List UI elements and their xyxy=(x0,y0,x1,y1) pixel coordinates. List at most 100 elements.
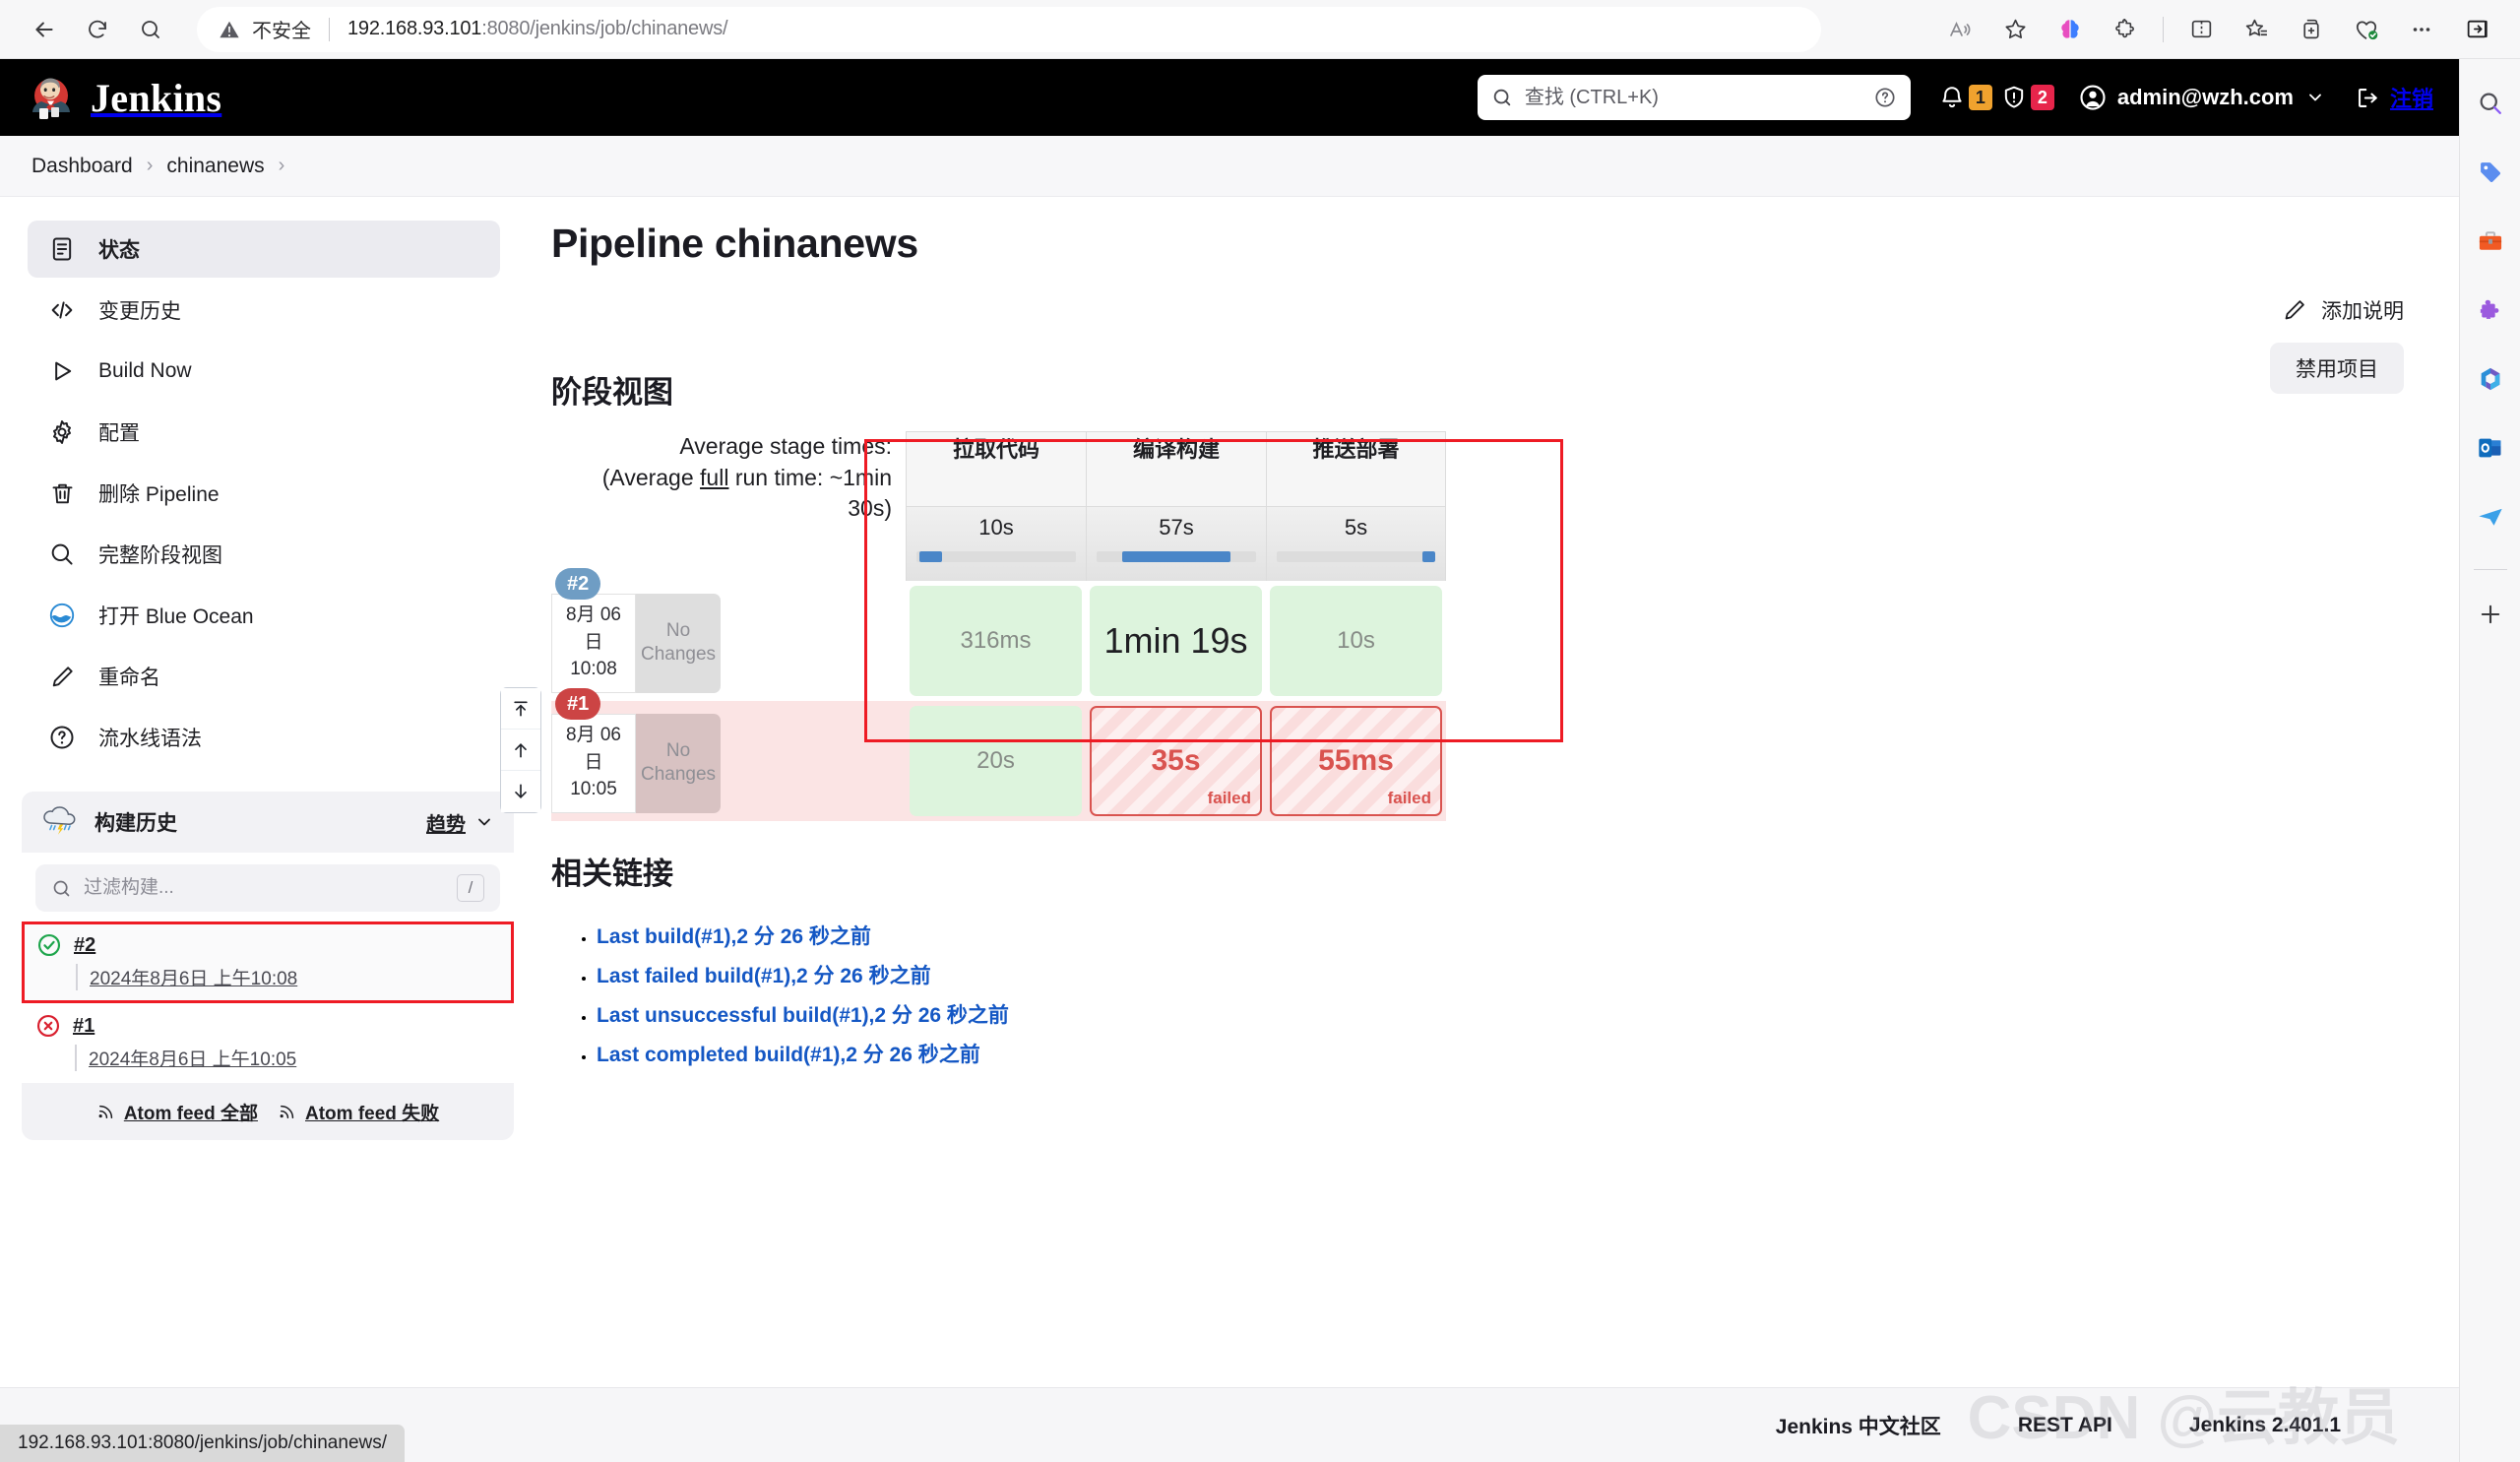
run-time-line: 10:05 xyxy=(570,779,617,800)
browser-essentials-icon[interactable] xyxy=(2343,7,2390,52)
add-sidebar-app-icon[interactable] xyxy=(2468,592,2513,637)
sidebar-item-status[interactable]: 状态 xyxy=(28,221,500,278)
stage-duration-box[interactable]: 1min 19s xyxy=(1090,586,1262,696)
favorite-star-icon[interactable] xyxy=(1991,7,2039,52)
extensions-icon[interactable] xyxy=(2102,7,2149,52)
stage-run-cell[interactable]: 316ms xyxy=(906,581,1086,701)
sidebar-item-configure[interactable]: 配置 xyxy=(28,404,500,461)
footer-link-version[interactable]: Jenkins 2.401.1 xyxy=(2189,1414,2341,1437)
stage-run-cell[interactable]: 20s xyxy=(906,701,1086,821)
stage-view-heading: 阶段视图 xyxy=(551,375,673,410)
build-history-item-1[interactable]: #1 2024年8月6日 上午10:05 xyxy=(22,1003,514,1083)
footer-link-rest-api[interactable]: REST API xyxy=(2018,1414,2112,1437)
split-screen-icon[interactable] xyxy=(2177,7,2225,52)
jenkins-brand-text: Jenkins xyxy=(91,75,222,120)
search-icon xyxy=(1491,87,1513,108)
read-aloud-icon[interactable] xyxy=(1936,7,1984,52)
back-arrow-icon[interactable] xyxy=(22,7,67,52)
stage-duration-box[interactable]: 316ms xyxy=(910,586,1082,696)
add-description-button[interactable]: 添加说明 xyxy=(2282,295,2404,325)
build-number-link[interactable]: #2 xyxy=(74,934,95,957)
run-date-line: 日 xyxy=(584,751,603,773)
last-build-link[interactable]: Last build(#1),2 分 26 秒之前 xyxy=(597,925,871,948)
sidebar-toggle-icon[interactable] xyxy=(2453,7,2500,52)
build-filter-box[interactable]: / xyxy=(35,864,500,912)
sidebar-item-pipeline-syntax[interactable]: 流水线语法 xyxy=(28,709,500,766)
sidebar-item-full-stage-view[interactable]: 完整阶段视图 xyxy=(28,526,500,583)
stage-duration-box[interactable]: 55ms failed xyxy=(1270,706,1442,816)
search-input[interactable] xyxy=(1524,86,1873,109)
sidebar-item-label: 状态 xyxy=(98,239,140,262)
run-changes-box: No Changes xyxy=(636,594,721,693)
build-trend-toggle[interactable]: 趋势 xyxy=(426,808,494,837)
sidebar-item-rename[interactable]: 重命名 xyxy=(28,648,500,705)
games-puzzle-icon[interactable] xyxy=(2468,287,2513,333)
url-text: 192.168.93.101:8080/jenkins/job/chinanew… xyxy=(347,18,728,39)
stage-duration-box[interactable]: 10s xyxy=(1270,586,1442,696)
jenkins-home-link[interactable]: Jenkins xyxy=(26,72,221,123)
reload-icon[interactable] xyxy=(75,7,120,52)
scroll-up-icon[interactable] xyxy=(501,730,540,771)
jenkins-search-box[interactable] xyxy=(1477,75,1911,120)
breadcrumb-item-dashboard[interactable]: Dashboard xyxy=(32,155,133,178)
notification-count-badge: 1 xyxy=(1968,85,1992,110)
telegram-icon[interactable] xyxy=(2468,494,2513,540)
scroll-navigation xyxy=(500,687,541,813)
build-history-panel: 构建历史 趋势 / xyxy=(22,792,514,1140)
disable-project-button[interactable]: 禁用项目 xyxy=(2270,343,2404,394)
scroll-down-icon[interactable] xyxy=(501,771,540,812)
stage-failed-label: failed xyxy=(1387,789,1431,807)
last-completed-build-link[interactable]: Last completed build(#1),2 分 26 秒之前 xyxy=(597,1044,980,1066)
help-circle-icon[interactable] xyxy=(1873,86,1897,109)
outlook-icon[interactable] xyxy=(2468,425,2513,471)
run-number-badge[interactable]: #1 xyxy=(555,688,601,720)
stage-run-cell[interactable]: 1min 19s xyxy=(1086,581,1266,701)
tools-icon[interactable] xyxy=(2468,219,2513,264)
last-failed-build-link[interactable]: Last failed build(#1),2 分 26 秒之前 xyxy=(597,965,931,987)
stage-progress-track xyxy=(1277,551,1435,562)
build-history-item-2[interactable]: #2 2024年8月6日 上午10:08 xyxy=(22,922,514,1003)
more-options-icon[interactable] xyxy=(2398,7,2445,52)
stage-duration-box[interactable]: 20s xyxy=(910,706,1082,816)
sidebar-item-changes[interactable]: 变更历史 xyxy=(28,282,500,339)
scroll-to-top-icon[interactable] xyxy=(501,688,540,730)
stage-progress-track xyxy=(916,551,1076,562)
address-bar[interactable]: 不安全 192.168.93.101:8080/jenkins/job/chin… xyxy=(197,6,1821,52)
footer-link-community[interactable]: Jenkins 中文社区 xyxy=(1776,1411,1941,1440)
notifications-button[interactable]: 1 xyxy=(1938,84,1992,111)
last-unsuccessful-build-link[interactable]: Last unsuccessful build(#1),2 分 26 秒之前 xyxy=(597,1004,1009,1027)
copilot-icon[interactable] xyxy=(2047,7,2094,52)
stage-duration-value: 55ms xyxy=(1318,744,1394,777)
avg-line-1: Average stage times: xyxy=(679,433,892,459)
build-date-link[interactable]: 2024年8月6日 上午10:08 xyxy=(76,964,499,990)
user-menu-button[interactable]: admin@wzh.com xyxy=(2078,83,2325,112)
sidebar-item-blue-ocean[interactable]: 打开 Blue Ocean xyxy=(28,587,500,644)
sidebar-item-delete-pipeline[interactable]: 删除 Pipeline xyxy=(28,465,500,522)
atom-feed-failed-link[interactable]: Atom feed 失败 xyxy=(278,1099,439,1125)
stage-run-cell[interactable]: 10s xyxy=(1266,581,1446,701)
search-icon[interactable] xyxy=(2468,81,2513,126)
atom-feed-all-link[interactable]: Atom feed 全部 xyxy=(96,1099,258,1125)
microsoft-365-icon[interactable] xyxy=(2468,356,2513,402)
storm-cloud-icon xyxy=(41,805,79,839)
sidebar: 状态 变更历史 Build Now 配置 删除 Pipeline 完整阶段视图 … xyxy=(0,197,522,1462)
stage-duration-box[interactable]: 35s failed xyxy=(1090,706,1262,816)
collections-icon[interactable] xyxy=(2233,7,2280,52)
sidebar-item-build-now[interactable]: Build Now xyxy=(28,343,500,400)
breadcrumb-item-chinanews[interactable]: chinanews xyxy=(166,155,264,178)
build-number-link[interactable]: #1 xyxy=(73,1015,94,1038)
average-times-label: Average stage times: (Average full run t… xyxy=(551,431,906,581)
stage-failed-label: failed xyxy=(1207,789,1251,807)
add-tab-icon[interactable] xyxy=(2288,7,2335,52)
stage-run-cell[interactable]: 55ms failed xyxy=(1266,701,1446,821)
search-icon[interactable] xyxy=(128,7,173,52)
build-date-link[interactable]: 2024年8月6日 上午10:05 xyxy=(75,1045,500,1071)
run-number-badge[interactable]: #2 xyxy=(555,568,601,600)
build-filter-input[interactable] xyxy=(84,877,457,899)
stage-run-cell[interactable]: 35s failed xyxy=(1086,701,1266,821)
average-time-value: 5s xyxy=(1344,515,1368,540)
logout-button[interactable]: 注销 xyxy=(2355,82,2433,113)
security-alerts-button[interactable]: 2 xyxy=(2000,84,2054,111)
shopping-tag-icon[interactable] xyxy=(2468,150,2513,195)
code-brackets-icon xyxy=(45,293,79,327)
